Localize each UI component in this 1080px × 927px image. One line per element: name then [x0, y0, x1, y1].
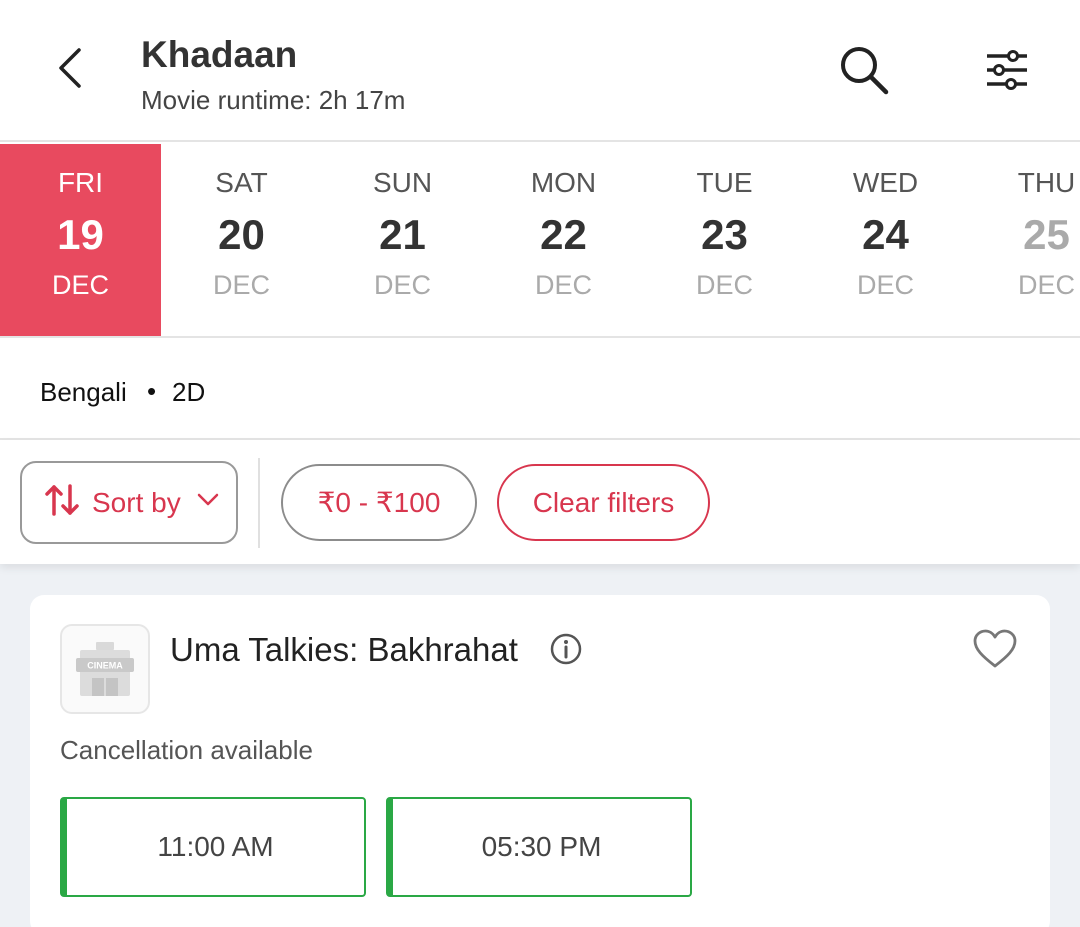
- date-month: DEC: [373, 270, 431, 300]
- date-day: 19: [57, 211, 104, 258]
- separator-dot: •: [147, 376, 157, 406]
- cinema-logo-text: CINEMA: [87, 661, 123, 671]
- date-item[interactable]: WED 24 DEC: [805, 144, 966, 336]
- clear-filters-button[interactable]: Clear filters: [497, 464, 710, 541]
- sort-by-button[interactable]: Sort by: [20, 461, 238, 544]
- date-day: 24: [862, 211, 909, 258]
- showtime-button[interactable]: 11:00 AM: [60, 797, 366, 897]
- search-icon: [838, 44, 890, 101]
- cinema-card[interactable]: CINEMA Uma Talkies: Bakhrahat Cancellati…: [30, 595, 1050, 927]
- date-weekday: TUE: [696, 167, 753, 198]
- date-weekday: WED: [852, 167, 919, 198]
- sliders-icon: [985, 48, 1029, 97]
- cancellation-status: Cancellation available: [60, 735, 313, 765]
- chevron-left-icon: [55, 46, 85, 95]
- filter-bar: Sort by ₹0 - ₹100 Clear filters: [0, 440, 1080, 564]
- filter-divider: [258, 458, 260, 548]
- date-day: 21: [379, 211, 426, 258]
- date-month: DEC: [695, 270, 753, 300]
- language-label: Bengali: [40, 377, 127, 407]
- info-icon[interactable]: [549, 632, 583, 671]
- date-day: 23: [701, 211, 748, 258]
- date-weekday: THU: [1017, 167, 1076, 198]
- cinema-name: Uma Talkies: Bakhrahat: [170, 631, 518, 668]
- date-weekday: SAT: [215, 167, 268, 198]
- date-item-selected[interactable]: FRI 19 DEC: [0, 144, 161, 336]
- date-day: 22: [540, 211, 587, 258]
- format-info: Bengali • 2D: [0, 340, 1080, 440]
- sort-arrows-icon: [44, 483, 80, 522]
- price-range-chip[interactable]: ₹0 - ₹100: [281, 464, 477, 541]
- date-item[interactable]: MON 22 DEC: [483, 144, 644, 336]
- cinema-logo: CINEMA: [60, 624, 150, 714]
- showtime-button[interactable]: 05:30 PM: [386, 797, 692, 897]
- date-weekday: FRI: [57, 167, 104, 198]
- movie-runtime: Movie runtime: 2h 17m: [141, 85, 406, 115]
- date-item[interactable]: TUE 23 DEC: [644, 144, 805, 336]
- date-month: DEC: [51, 270, 109, 300]
- date-item[interactable]: SUN 21 DEC: [322, 144, 483, 336]
- filter-button[interactable]: [975, 40, 1039, 104]
- date-weekday: MON: [530, 167, 597, 198]
- date-month: DEC: [212, 270, 270, 300]
- back-button[interactable]: [40, 40, 100, 100]
- date-selector: FRI 19 DEC SAT 20 DEC SUN 21 DEC MON 22 …: [0, 144, 1080, 338]
- date-item-disabled: THU 25 DEC: [966, 144, 1080, 336]
- date-day: 20: [218, 211, 265, 258]
- chevron-down-icon: [197, 493, 219, 512]
- search-button[interactable]: [832, 40, 896, 104]
- heart-icon[interactable]: [972, 628, 1018, 675]
- format-label: 2D: [172, 377, 206, 407]
- top-app-bar: Khadaan Movie runtime: 2h 17m: [0, 0, 1080, 142]
- date-month: DEC: [856, 270, 914, 300]
- date-item[interactable]: SAT 20 DEC: [161, 144, 322, 336]
- date-month: DEC: [1017, 270, 1075, 300]
- date-weekday: SUN: [372, 167, 433, 198]
- movie-title: Khadaan: [141, 34, 298, 75]
- cinema-list: CINEMA Uma Talkies: Bakhrahat Cancellati…: [0, 564, 1080, 927]
- date-month: DEC: [534, 270, 592, 300]
- sort-by-label: Sort by: [92, 486, 181, 518]
- date-day: 25: [1023, 211, 1070, 258]
